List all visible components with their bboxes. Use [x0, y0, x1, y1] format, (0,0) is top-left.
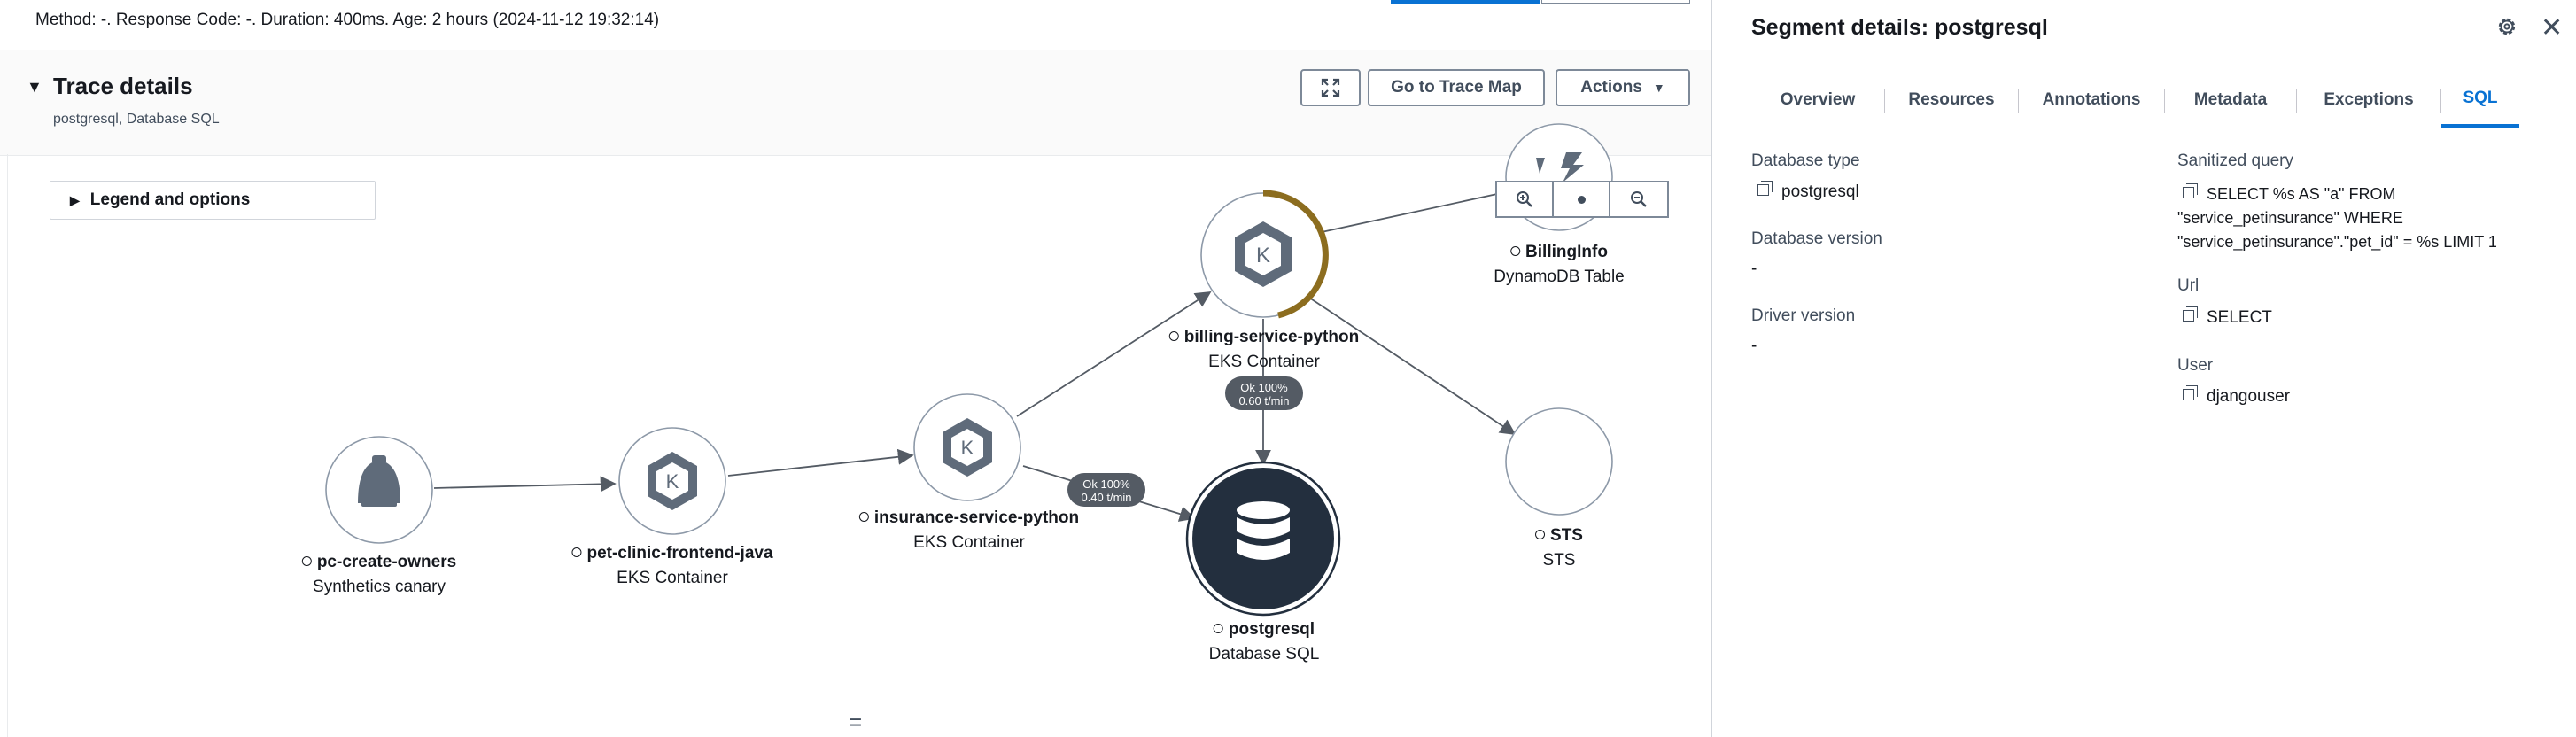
- node-insurance-service-python[interactable]: K: [913, 393, 1021, 501]
- edge-label-billing-postgresql: Ok 100% 0.60 t/min: [1225, 376, 1303, 410]
- tab-exceptions[interactable]: Exceptions: [2297, 73, 2440, 128]
- gear-icon[interactable]: [2495, 14, 2519, 39]
- node-pet-clinic-frontend-java[interactable]: K: [618, 427, 726, 535]
- copy-icon[interactable]: [2183, 183, 2198, 198]
- close-icon[interactable]: ✕: [2541, 12, 2563, 43]
- status-dot-icon: [858, 512, 869, 522]
- node-type: Database SQL: [1208, 645, 1320, 663]
- zoom-out-icon: [1631, 191, 1647, 207]
- node-type: STS: [1542, 551, 1576, 570]
- sanitized-query-label: Sanitized query: [2177, 151, 2293, 170]
- database-version-value: -: [1751, 260, 1757, 278]
- node-label-postgresql: postgresql Database SQL: [1209, 620, 1320, 664]
- url-text: SELECT: [2207, 308, 2272, 327]
- node-sts[interactable]: [1505, 407, 1613, 516]
- service-map-graph[interactable]: K K K Ok 100% 0.60 t/min Ok 100% 0.40 t/…: [0, 0, 1711, 737]
- url-value: SELECT: [2183, 306, 2272, 328]
- segment-tabs: Overview Resources Annotations Metadata …: [1751, 73, 2553, 128]
- zoom-in-icon: [1517, 191, 1532, 207]
- user-label: User: [2177, 356, 2214, 375]
- node-label-insurance-service-python: insurance-service-python EKS Container: [858, 508, 1080, 553]
- user-text: djangouser: [2207, 387, 2291, 406]
- user-value: djangouser: [2183, 385, 2291, 407]
- svg-text:K: K: [1256, 244, 1270, 268]
- node-label-pc-create-owners: pc-create-owners Synthetics canary: [301, 553, 457, 597]
- copy-icon[interactable]: [2183, 306, 2198, 322]
- driver-version-value: -: [1751, 337, 1757, 355]
- node-label-billinginfo: BillingInfo DynamoDB Table: [1494, 243, 1625, 287]
- node-name: billing-service-python: [1183, 328, 1360, 346]
- sanitized-query-text: SELECT %s AS "a" FROM "service_petinsura…: [2177, 185, 2497, 251]
- status-dot-icon: [1168, 331, 1179, 341]
- node-type: EKS Container: [617, 569, 728, 587]
- segment-details-title: Segment details: postgresql: [1751, 15, 2048, 40]
- edge-label-insurance-postgresql: Ok 100% 0.40 t/min: [1067, 473, 1145, 507]
- node-name: pet-clinic-frontend-java: [586, 544, 773, 562]
- edge-frontend-insurance[interactable]: [727, 448, 914, 477]
- database-type-text: postgresql: [1781, 182, 1859, 201]
- edge-label-status: Ok 100%: [1082, 477, 1130, 491]
- node-name: postgresql: [1228, 620, 1315, 639]
- node-type: Synthetics canary: [313, 578, 446, 596]
- zoom-in-button[interactable]: [1495, 181, 1554, 218]
- driver-version-label: Driver version: [1751, 306, 1856, 325]
- node-name: BillingInfo: [1525, 243, 1608, 261]
- node-type: EKS Container: [913, 533, 1025, 552]
- node-label-pet-clinic-frontend-java: pet-clinic-frontend-java EKS Container: [571, 544, 773, 588]
- edge-canary-frontend[interactable]: [433, 476, 617, 493]
- tab-overview[interactable]: Overview: [1751, 73, 1884, 128]
- status-dot-icon: [1535, 530, 1546, 539]
- center-icon: [1577, 195, 1586, 204]
- tab-annotations[interactable]: Annotations: [2019, 73, 2164, 128]
- status-dot-icon: [301, 556, 312, 566]
- svg-text:K: K: [666, 470, 679, 493]
- legend-and-options-toggle[interactable]: ▶ Legend and options: [50, 181, 376, 220]
- graph-height-resize-handle[interactable]: =: [849, 709, 862, 736]
- node-type: EKS Container: [1208, 353, 1320, 371]
- tab-sql[interactable]: SQL: [2441, 73, 2519, 128]
- edge-label-rate: 0.60 t/min: [1238, 394, 1289, 407]
- node-postgresql[interactable]: [1185, 461, 1341, 617]
- tab-resources[interactable]: Resources: [1885, 73, 2018, 128]
- edge-billing-billinginfo[interactable]: [1321, 193, 1498, 233]
- node-label-billing-service-python: billing-service-python EKS Container: [1168, 328, 1360, 372]
- svg-text:K: K: [961, 437, 974, 459]
- node-type: DynamoDB Table: [1494, 268, 1625, 286]
- center-button[interactable]: [1552, 181, 1610, 218]
- status-dot-icon: [1213, 624, 1223, 633]
- edge-label-status: Ok 100%: [1240, 381, 1288, 394]
- node-billing-service-python[interactable]: K: [1200, 190, 1329, 319]
- copy-icon[interactable]: [2183, 385, 2198, 400]
- caret-right-icon: ▶: [70, 192, 80, 207]
- node-name: pc-create-owners: [316, 553, 457, 571]
- legend-label: Legend and options: [89, 190, 251, 209]
- url-label: Url: [2177, 276, 2200, 295]
- database-type-label: Database type: [1751, 151, 1860, 170]
- edge-label-rate: 0.40 t/min: [1081, 491, 1131, 504]
- zoom-out-button[interactable]: [1609, 181, 1669, 218]
- database-type-value: postgresql: [1757, 181, 1859, 202]
- database-icon: [1237, 501, 1290, 560]
- node-name: insurance-service-python: [873, 508, 1080, 527]
- status-dot-icon: [571, 547, 582, 557]
- sanitized-query-value: SELECT %s AS "a" FROM "service_petinsura…: [2177, 182, 2558, 254]
- database-version-label: Database version: [1751, 229, 1882, 248]
- copy-icon[interactable]: [1757, 181, 1773, 196]
- tab-metadata[interactable]: Metadata: [2165, 73, 2296, 128]
- status-dot-icon: [1510, 246, 1521, 256]
- node-name: STS: [1550, 526, 1583, 545]
- node-label-sts: STS STS: [1535, 526, 1583, 570]
- node-pc-create-owners[interactable]: [325, 436, 433, 544]
